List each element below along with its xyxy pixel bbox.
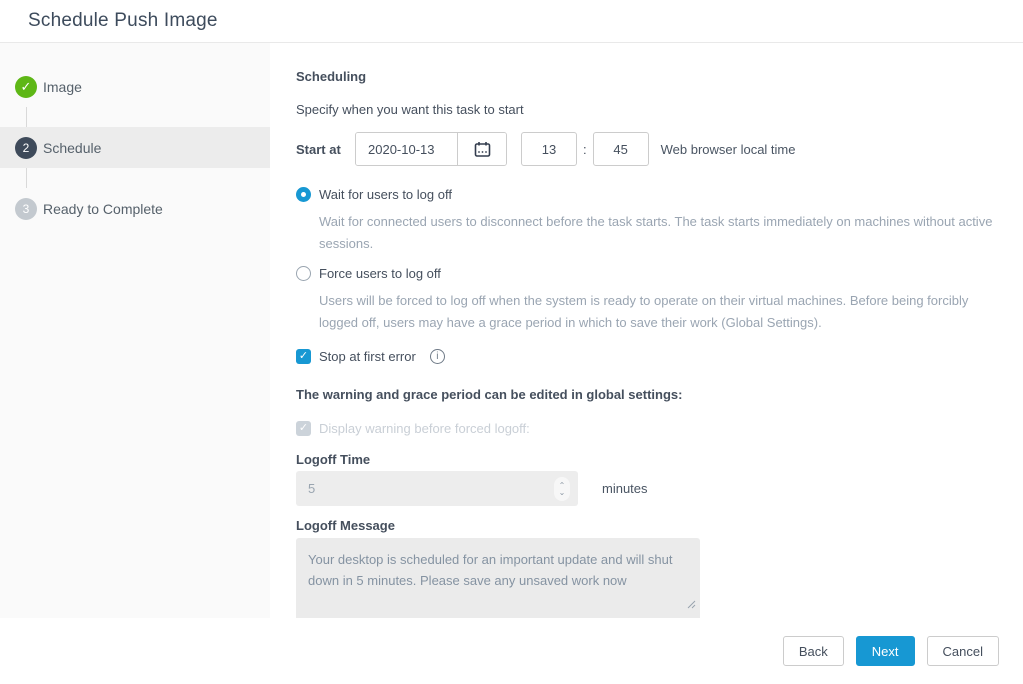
schedule-push-image-dialog: Schedule Push Image ✓ Image 2 Schedule 3… (0, 0, 1023, 684)
start-minute-input[interactable] (593, 132, 649, 166)
next-button[interactable]: Next (856, 636, 915, 666)
step-done-check-icon: ✓ (15, 76, 37, 98)
wizard-steps-sidebar: ✓ Image 2 Schedule 3 Ready to Complete (0, 43, 270, 618)
radio-unselected-icon[interactable] (296, 266, 311, 281)
chevron-down-icon: ⌄ (559, 489, 566, 496)
dialog-body: ✓ Image 2 Schedule 3 Ready to Complete S… (0, 43, 1023, 618)
logoff-message-textarea: Your desktop is scheduled for an importa… (296, 538, 700, 618)
start-at-label: Start at (296, 142, 342, 157)
step-image[interactable]: ✓ Image (0, 66, 270, 107)
force-logoff-option[interactable]: Force users to log off (296, 266, 1023, 281)
wait-for-logoff-description: Wait for connected users to disconnect b… (319, 211, 1009, 255)
scheduling-subheading: Specify when you want this task to start (296, 103, 1023, 116)
logoff-time-unit: minutes (602, 481, 648, 496)
step-schedule[interactable]: 2 Schedule (0, 127, 270, 168)
display-warning-option: ✓ Display warning before forced logoff: (296, 421, 1023, 436)
stop-at-first-error-label[interactable]: Stop at first error (319, 349, 416, 364)
start-date-input[interactable] (356, 133, 457, 165)
force-logoff-label[interactable]: Force users to log off (319, 266, 441, 281)
calendar-icon (473, 140, 492, 159)
logoff-time-input (296, 471, 578, 506)
info-icon[interactable]: i (430, 349, 445, 364)
global-settings-note: The warning and grace period can be edit… (296, 388, 1023, 401)
cancel-button[interactable]: Cancel (927, 636, 999, 666)
back-button[interactable]: Back (783, 636, 844, 666)
force-logoff-description: Users will be forced to log off when the… (319, 290, 1009, 334)
timezone-note: Web browser local time (661, 142, 796, 157)
time-separator: : (583, 142, 587, 157)
logoff-message-label: Logoff Message (296, 519, 1023, 532)
step-number-badge: 2 (15, 137, 37, 159)
date-picker-group (355, 132, 507, 166)
step-label: Image (43, 79, 82, 95)
display-warning-label: Display warning before forced logoff: (319, 421, 530, 436)
checkbox-disabled-checked-icon: ✓ (296, 421, 311, 436)
dialog-footer: Back Next Cancel (0, 618, 1023, 684)
step-number-badge: 3 (15, 198, 37, 220)
dialog-header: Schedule Push Image (0, 0, 1023, 43)
number-stepper: ⌃⌄ (554, 477, 570, 501)
wait-for-logoff-option[interactable]: Wait for users to log off (296, 187, 1023, 202)
page-title: Schedule Push Image (28, 10, 218, 32)
logoff-time-row: ⌃⌄ minutes (296, 471, 1023, 506)
resize-handle-icon (687, 600, 696, 609)
wait-for-logoff-label[interactable]: Wait for users to log off (319, 187, 452, 202)
checkbox-checked-icon[interactable]: ✓ (296, 349, 311, 364)
step-label: Ready to Complete (43, 201, 163, 217)
calendar-button[interactable] (457, 133, 506, 165)
logoff-message-wrap: Your desktop is scheduled for an importa… (296, 538, 700, 618)
step-label: Schedule (43, 140, 101, 156)
start-at-row: Start at : (296, 132, 1023, 166)
step-ready-to-complete[interactable]: 3 Ready to Complete (0, 188, 270, 229)
start-hour-input[interactable] (521, 132, 577, 166)
scheduling-heading: Scheduling (296, 70, 1023, 83)
step-connector-line (26, 107, 27, 127)
step-connector-line (26, 168, 27, 188)
radio-selected-icon[interactable] (296, 187, 311, 202)
stop-at-first-error-option[interactable]: ✓ Stop at first error i (296, 349, 1023, 364)
schedule-step-content: Scheduling Specify when you want this ta… (270, 43, 1023, 618)
logoff-time-label: Logoff Time (296, 453, 1023, 466)
